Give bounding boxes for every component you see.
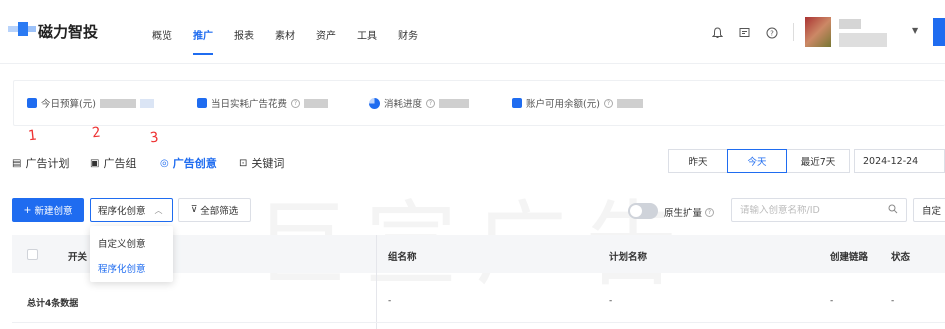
chevron-down-icon[interactable]: ▼	[912, 26, 918, 35]
annotation-3: 3	[149, 129, 160, 147]
help-icon[interactable]: ?	[426, 98, 436, 108]
tab-ad-creatives[interactable]: ◎ 广告创意	[160, 155, 217, 171]
nav-item-materials[interactable]: 素材	[275, 27, 295, 42]
native-expansion-toggle[interactable]	[628, 203, 658, 219]
annotation-1: 1	[27, 127, 38, 145]
nav-item-promotion[interactable]: 推广	[193, 27, 213, 42]
summary-cell: -	[609, 296, 613, 306]
wallet-icon	[512, 98, 522, 108]
masked-value	[439, 98, 470, 108]
plus-icon: +	[23, 204, 32, 216]
help-icon[interactable]: ?	[705, 207, 715, 217]
stat-progress: 消耗进度 ?	[369, 96, 470, 110]
account-stats-panel: 今日预算(元) 当日实耗广告花费 ? 消耗进度 ? 账户可用余额(元) ?	[13, 80, 945, 126]
account-name-masked	[839, 19, 861, 29]
toolbar-divider	[793, 23, 794, 41]
stat-label: 账户可用余额(元)	[526, 99, 600, 110]
action-edge-button[interactable]	[933, 18, 945, 46]
search-input[interactable]	[740, 204, 880, 216]
help-icon[interactable]: ?	[603, 98, 613, 108]
column-header-creation-path: 创建链路	[830, 252, 869, 263]
stat-label: 今日预算(元)	[41, 99, 96, 110]
summary-cell: -	[891, 296, 895, 306]
nav-item-assets[interactable]: 资产	[316, 27, 336, 42]
tab-label: 关键词	[251, 157, 285, 170]
column-header-plan-name: 计划名称	[609, 252, 648, 263]
toggle-label-text: 原生扩量	[664, 208, 703, 219]
creative-search-box	[731, 198, 907, 222]
nav-item-tools[interactable]: 工具	[357, 27, 377, 42]
column-header-status: 状态	[891, 252, 911, 263]
filter-icon: ⊽	[190, 205, 198, 215]
logo-icon	[8, 20, 38, 38]
column-header-group-name: 组名称	[388, 252, 417, 263]
creative-type-dropdown: 自定义创意 程序化创意	[90, 226, 173, 282]
new-creative-button[interactable]: + 新建创意	[12, 198, 84, 222]
nav-item-finance[interactable]: 财务	[398, 27, 418, 42]
masked-value	[304, 98, 329, 108]
progress-pie-icon	[369, 97, 380, 109]
native-expansion-label: 原生扩量 ?	[664, 205, 715, 219]
dropdown-option-programmatic-creative[interactable]: 程序化创意	[98, 261, 146, 275]
tab-label: 广告组	[103, 157, 137, 170]
search-icon[interactable]	[888, 204, 898, 217]
tab-ad-groups[interactable]: ▣ 广告组	[90, 155, 136, 171]
masked-value	[616, 98, 643, 108]
account-id-masked	[839, 33, 887, 47]
nav-item-overview[interactable]: 概览	[152, 27, 172, 42]
keyword-icon: ⊡	[239, 157, 248, 169]
annotation-2: 2	[91, 124, 102, 142]
summary-cell: -	[830, 296, 834, 306]
tab-keywords[interactable]: ⊡ 关键词	[239, 155, 284, 171]
creative-type-value: 程序化创意	[98, 206, 146, 217]
select-all-checkbox[interactable]	[27, 249, 38, 260]
avatar[interactable]	[805, 17, 831, 47]
custom-columns-button[interactable]: 自定	[913, 198, 945, 222]
budget-icon	[27, 98, 37, 108]
stat-budget: 今日预算(元)	[27, 96, 154, 110]
chevron-up-icon: ︿	[154, 205, 163, 215]
date-today[interactable]: 今天	[727, 149, 787, 173]
date-picker[interactable]: 2024-12-24	[854, 149, 945, 173]
brand-name: 磁力智投	[38, 23, 99, 41]
plan-icon: ▤	[12, 157, 22, 169]
summary-cell: -	[388, 296, 392, 306]
nav-item-reports[interactable]: 报表	[234, 27, 254, 42]
svg-text:?: ?	[770, 30, 774, 38]
creative-icon: ◎	[160, 157, 169, 169]
stat-balance: 账户可用余额(元) ?	[512, 96, 643, 110]
spend-icon	[197, 98, 207, 108]
all-filters-button[interactable]: ⊽ 全部筛选	[178, 198, 251, 222]
nav-active-indicator	[193, 53, 213, 55]
creative-type-select[interactable]: 程序化创意 ︿	[90, 198, 173, 222]
new-creative-label: 新建创意	[34, 206, 73, 217]
tab-label: 广告创意	[172, 157, 217, 170]
stat-label: 消耗进度	[384, 99, 423, 110]
help-icon[interactable]: ?	[766, 27, 778, 42]
message-icon[interactable]	[739, 27, 750, 42]
help-icon[interactable]: ?	[291, 98, 301, 108]
top-navigation-bar: 磁力智投 概览 推广 报表 素材 资产 工具 财务 ? ▼	[0, 0, 945, 64]
group-icon: ▣	[90, 157, 100, 169]
column-header-switch: 开关	[68, 252, 88, 263]
tab-label: 广告计划	[25, 157, 70, 170]
masked-value	[99, 98, 136, 108]
masked-value	[139, 98, 154, 108]
stat-label: 当日实耗广告花费	[211, 99, 288, 110]
stat-spend: 当日实耗广告花费 ?	[197, 96, 329, 110]
date-last-7-days[interactable]: 最近7天	[786, 149, 850, 173]
filter-label: 全部筛选	[200, 206, 239, 217]
tab-ad-plans[interactable]: ▤ 广告计划	[12, 155, 69, 171]
summary-label: 总计4条数据	[27, 299, 79, 309]
bell-icon[interactable]	[711, 27, 724, 42]
dropdown-option-custom-creative[interactable]: 自定义创意	[98, 236, 146, 250]
